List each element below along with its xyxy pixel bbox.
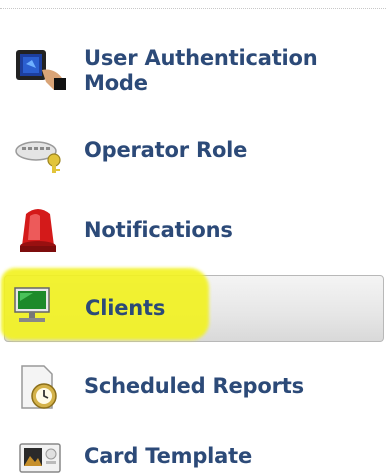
settings-menu: User Authentication Mode Operator Role N… [0,0,386,476]
menu-item-user-authentication-mode[interactable]: User Authentication Mode [0,36,386,106]
biometric-terminal-icon [14,48,66,90]
menu-item-notifications[interactable]: Notifications [0,200,386,260]
clock-report-icon [18,364,64,409]
menu-item-label: Operator Role [84,138,248,162]
menu-item-card-template[interactable]: Card Template [0,436,386,476]
id-card-icon [18,442,64,476]
menu-item-label: Scheduled Reports [84,374,304,398]
menu-item-label: Notifications [84,218,233,242]
partial-icon [22,0,66,4]
menu-item-operator-role[interactable]: Operator Role [0,128,386,178]
menu-item-label: User Authentication Mode [84,46,318,95]
menu-item-scheduled-reports[interactable]: Scheduled Reports [0,360,386,416]
menu-item-label: Card Template [84,444,253,468]
menu-top-edge [0,0,386,9]
menu-item-clients[interactable]: Clients [1,268,384,342]
menu-item-label: Clients [85,296,166,320]
keyboard-key-icon [14,138,61,180]
siren-alarm-icon [18,206,64,252]
monitor-icon [11,286,57,328]
